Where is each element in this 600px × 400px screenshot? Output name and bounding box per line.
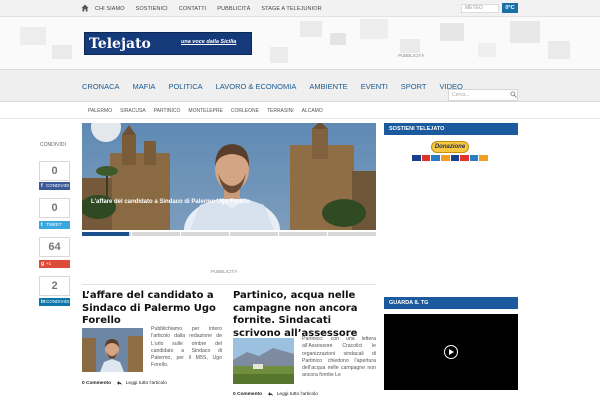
reply-icon (268, 392, 274, 396)
linkedin-share-button[interactable]: in CONDIVIDI (39, 298, 70, 306)
subnav-siracusa[interactable]: SIRACUSA (120, 108, 146, 114)
article-meta: 0 Commento Leggi tutto l'articolo (82, 381, 167, 386)
topnav-contatti[interactable]: CONTATTI (179, 6, 206, 12)
visa-icon (412, 155, 421, 161)
amex-icon (431, 155, 440, 161)
top-bar: CHI SIAMO SOSTIENICI CONTATTI PUBBLICITÀ… (0, 0, 600, 17)
temperature-badge: 0°C (502, 3, 518, 13)
article-excerpt: Pubblichiamo per intero l’articolo dalla… (151, 326, 222, 369)
gplus-icon: g (41, 261, 45, 267)
site-logo[interactable]: Telejato una voce dalla Sicilia (84, 32, 252, 55)
support-widget-title: SOSTIENI TELEJATO (384, 123, 518, 135)
gplus-button[interactable]: g +1 (39, 260, 70, 268)
article-meta: 0 Commento Leggi tutto l'articolo (233, 392, 318, 397)
topnav-stage[interactable]: STAGE A TELEJUNIOR (261, 6, 321, 12)
nav-ambiente[interactable]: AMBIENTE (309, 82, 347, 91)
divider (82, 284, 376, 285)
topnav-chi-siamo[interactable]: CHI SIAMO (95, 6, 125, 12)
facebook-share-button[interactable]: f CONDIVIDI (39, 182, 70, 190)
home-icon[interactable] (81, 4, 89, 12)
logo-tagline: una voce dalla Sicilia (181, 39, 237, 45)
search-icon[interactable] (510, 91, 517, 98)
share-label: CONDIVIDI (40, 142, 66, 148)
twitter-count: 0 (39, 198, 70, 218)
subnav-palermo[interactable]: PALERMO (88, 108, 112, 114)
facebook-count: 0 (39, 161, 70, 181)
subnav-corleone[interactable]: CORLEONE (231, 108, 259, 114)
nav-cronaca[interactable]: CRONACA (82, 82, 120, 91)
donate-button[interactable]: Donazione (431, 141, 469, 153)
discover-icon (440, 155, 450, 161)
search-input[interactable]: Cerca... (448, 89, 518, 101)
card-icon (450, 155, 460, 161)
comments-link[interactable]: 0 Commento (233, 392, 262, 397)
reply-icon (117, 381, 123, 385)
topnav-pubblicita[interactable]: PUBBLICITÀ (217, 6, 250, 12)
card-icon (460, 155, 469, 161)
article-excerpt: Partinico: con una lettera all’Assessore… (302, 336, 376, 379)
linkedin-icon: in (41, 299, 46, 305)
article-title[interactable]: L’affare del candidato a Sindaco di Pale… (82, 290, 222, 328)
read-more-link[interactable]: Leggi tutto l'articolo (277, 392, 318, 397)
card-icon (469, 155, 479, 161)
mastercard-icon (421, 155, 431, 161)
nav-lavoro-economia[interactable]: LAVORO & ECONOMIA (216, 82, 297, 91)
top-nav: CHI SIAMO SOSTIENICI CONTATTI PUBBLICITÀ… (95, 0, 333, 17)
meteo-field[interactable]: METEO (461, 4, 499, 13)
gplus-count: 64 (39, 237, 70, 257)
read-more-link[interactable]: Leggi tutto l'articolo (126, 381, 167, 386)
twitter-icon: t (41, 222, 43, 228)
tv-widget-title: GUARDA IL TG (384, 297, 518, 309)
card-icon (479, 155, 488, 161)
topnav-sostienici[interactable]: SOSTIENICI (136, 6, 168, 12)
nav-mafia[interactable]: MAFIA (133, 82, 156, 91)
article-thumbnail[interactable] (233, 338, 294, 384)
slider-progress-bar[interactable] (82, 232, 376, 236)
subnav-montelepre[interactable]: MONTELEPRE (188, 108, 222, 114)
slider-progress-fill (82, 232, 130, 236)
facebook-icon: f (41, 183, 43, 189)
tweet-button[interactable]: t TWEET (39, 221, 70, 229)
nav-sport[interactable]: SPORT (401, 82, 427, 91)
comments-link[interactable]: 0 Commento (82, 381, 111, 386)
nav-eventi[interactable]: EVENTI (361, 82, 388, 91)
subnav-terrasini[interactable]: TERRASINI (267, 108, 294, 114)
play-icon[interactable] (444, 345, 458, 359)
header-ad-label: PUBBLICITÀ (398, 53, 425, 58)
nav-politica[interactable]: POLITICA (168, 82, 202, 91)
sub-nav: PALERMO SIRACUSA PARTINICO MONTELEPRE CO… (0, 102, 600, 119)
mid-ad-label: PUBBLICITÀ (211, 269, 238, 274)
subnav-alcamo[interactable]: ALCAMO (302, 108, 323, 114)
slider-image (82, 123, 376, 230)
slider-caption[interactable]: L’affare del candidato a Sindaco di Pale… (91, 197, 251, 207)
subnav-partinico[interactable]: PARTINICO (154, 108, 181, 114)
featured-slider[interactable] (82, 123, 376, 230)
logo-text: Telejato (89, 36, 151, 52)
payment-cards (412, 155, 489, 161)
article-thumbnail[interactable] (82, 328, 143, 372)
linkedin-count: 2 (39, 276, 70, 296)
